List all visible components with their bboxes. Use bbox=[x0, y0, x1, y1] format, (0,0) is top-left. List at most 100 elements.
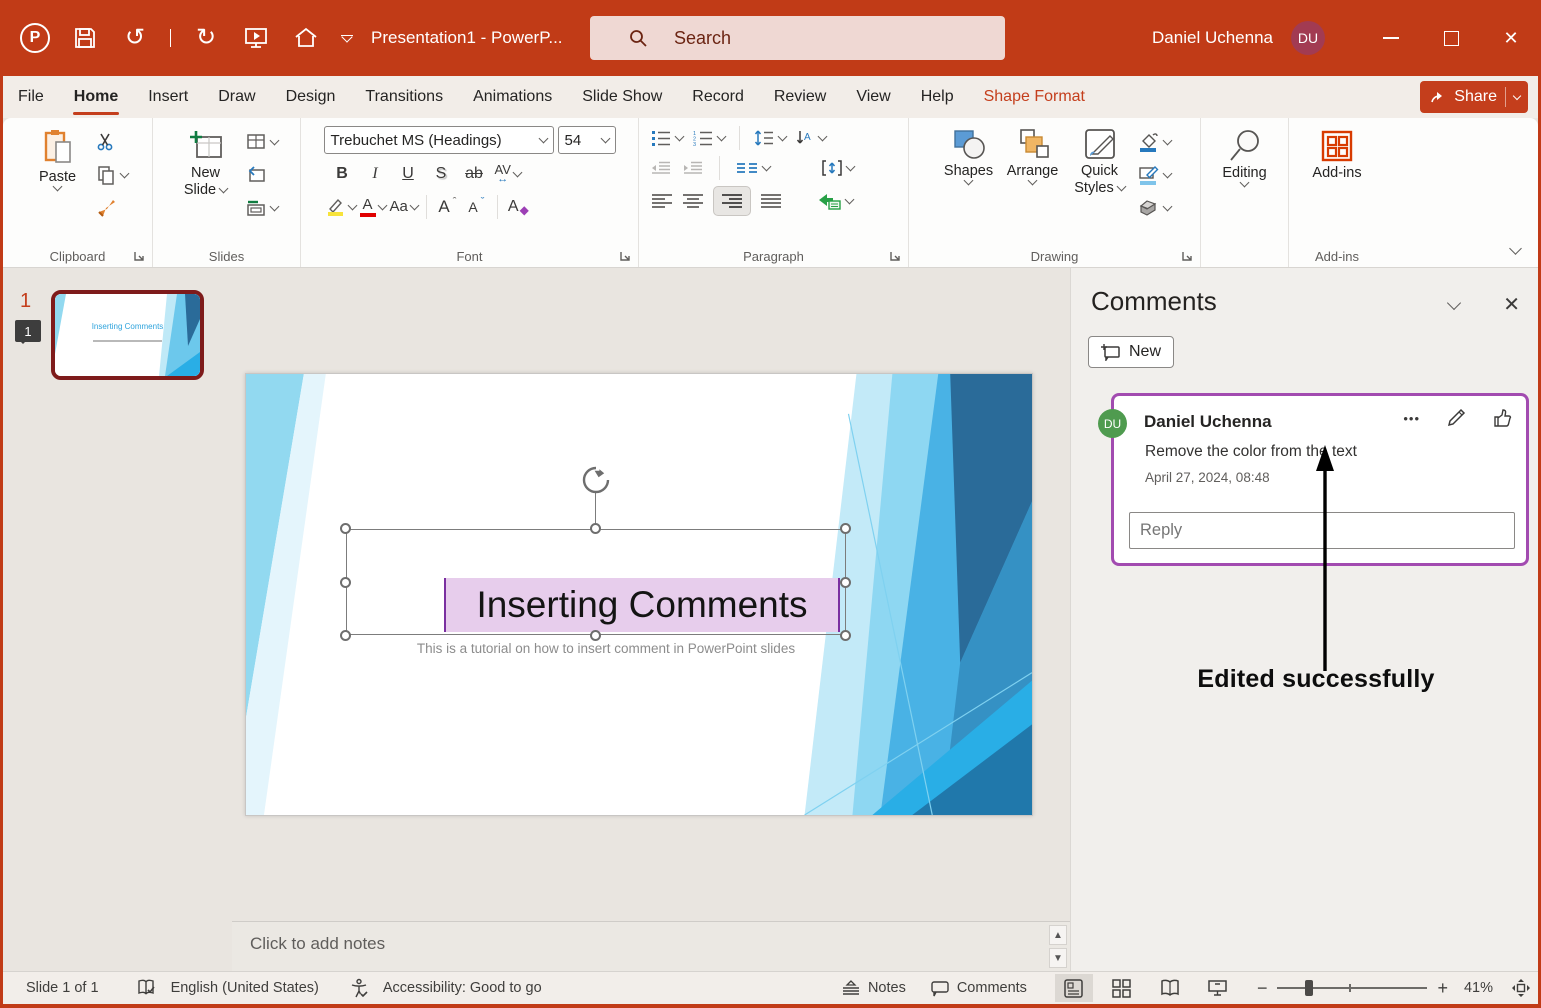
spell-check-icon[interactable] bbox=[137, 979, 157, 997]
customize-toolbar-icon[interactable] bbox=[341, 31, 353, 43]
paste-button[interactable]: Paste bbox=[28, 126, 88, 241]
justify-icon[interactable] bbox=[760, 193, 782, 209]
strikethrough-button[interactable]: ab bbox=[462, 160, 487, 187]
slide-canvas[interactable]: Inserting Comments This is a tutorial on… bbox=[245, 373, 1033, 816]
minimize-button[interactable] bbox=[1361, 0, 1421, 76]
user-avatar[interactable]: DU bbox=[1291, 21, 1325, 55]
comment-like-icon[interactable] bbox=[1492, 408, 1512, 428]
slideshow-view-button[interactable] bbox=[1199, 974, 1237, 1002]
font-size-combobox[interactable]: 54 bbox=[557, 126, 616, 154]
search-input[interactable]: Search bbox=[590, 16, 1005, 60]
decrease-font-size-button[interactable]: Aˇ bbox=[464, 193, 489, 220]
zoom-slider-thumb[interactable] bbox=[1305, 980, 1314, 996]
normal-view-button[interactable] bbox=[1054, 974, 1093, 1002]
home-icon[interactable] bbox=[291, 23, 321, 53]
bold-button[interactable]: B bbox=[330, 160, 355, 187]
tab-draw[interactable]: Draw bbox=[203, 76, 270, 118]
notes-toggle[interactable]: Notes bbox=[841, 980, 906, 996]
new-slide-button[interactable]: New Slide bbox=[176, 126, 236, 241]
zoom-level[interactable]: 41% bbox=[1464, 980, 1493, 996]
tab-transitions[interactable]: Transitions bbox=[350, 76, 458, 118]
powerpoint-logo-icon[interactable]: P bbox=[20, 23, 50, 53]
resize-handle-top-center[interactable] bbox=[590, 523, 601, 534]
quick-styles-button[interactable]: Quick Styles bbox=[1067, 126, 1133, 241]
scroll-up-icon[interactable]: ▲ bbox=[1049, 925, 1067, 945]
reset-button[interactable] bbox=[246, 163, 278, 187]
tab-record[interactable]: Record bbox=[677, 76, 759, 118]
clear-formatting-button[interactable]: A ◆ bbox=[506, 193, 531, 220]
font-color-button[interactable]: A bbox=[359, 193, 387, 220]
zoom-out-icon[interactable]: − bbox=[1257, 978, 1268, 999]
underline-button[interactable]: U bbox=[396, 160, 421, 187]
section-button[interactable] bbox=[246, 196, 279, 220]
rotate-handle-icon[interactable] bbox=[580, 464, 612, 496]
cut-button[interactable] bbox=[96, 130, 128, 154]
character-spacing-button[interactable]: AV ↔ bbox=[495, 160, 523, 187]
text-highlight-button[interactable] bbox=[326, 193, 357, 220]
zoom-in-icon[interactable]: + bbox=[1437, 978, 1448, 999]
fit-to-window-icon[interactable] bbox=[1511, 978, 1531, 998]
slide-sorter-view-button[interactable] bbox=[1103, 974, 1141, 1002]
shapes-button[interactable]: Shapes bbox=[939, 126, 999, 241]
align-center-icon[interactable] bbox=[682, 193, 704, 209]
resize-handle-bottom-left[interactable] bbox=[340, 630, 351, 641]
slide-indicator[interactable]: Slide 1 of 1 bbox=[26, 980, 99, 996]
scroll-down-icon[interactable]: ▼ bbox=[1049, 948, 1067, 968]
shape-outline-button[interactable] bbox=[1137, 163, 1172, 187]
drawing-dialog-launcher-icon[interactable] bbox=[1181, 250, 1193, 262]
line-spacing-button[interactable] bbox=[754, 126, 788, 150]
tab-animations[interactable]: Animations bbox=[458, 76, 567, 118]
undo-dropdown-icon[interactable] bbox=[170, 29, 171, 47]
resize-handle-bottom-right[interactable] bbox=[840, 630, 851, 641]
redo-icon[interactable]: ↻ bbox=[191, 23, 221, 53]
paragraph-dialog-launcher-icon[interactable] bbox=[889, 250, 901, 262]
tab-view[interactable]: View bbox=[841, 76, 905, 118]
notes-scrollbar[interactable]: ▲ ▼ bbox=[1048, 925, 1068, 968]
zoom-slider[interactable] bbox=[1277, 980, 1428, 996]
align-text-button[interactable] bbox=[822, 156, 856, 180]
maximize-button[interactable] bbox=[1421, 0, 1481, 76]
comment-count-badge[interactable]: 1 bbox=[15, 320, 41, 344]
new-comment-button[interactable]: New bbox=[1088, 336, 1175, 368]
decrease-indent-icon[interactable] bbox=[651, 161, 671, 175]
arrange-button[interactable]: Arrange bbox=[1003, 126, 1063, 241]
font-dialog-launcher-icon[interactable] bbox=[619, 250, 631, 262]
increase-indent-icon[interactable] bbox=[683, 161, 703, 175]
tab-review[interactable]: Review bbox=[759, 76, 841, 118]
align-left-icon[interactable] bbox=[651, 193, 673, 209]
resize-handle-top-left[interactable] bbox=[340, 523, 351, 534]
tab-design[interactable]: Design bbox=[271, 76, 351, 118]
copy-button[interactable] bbox=[96, 163, 129, 187]
layout-button[interactable] bbox=[246, 130, 279, 154]
comments-toggle[interactable]: Comments bbox=[930, 980, 1027, 997]
save-icon[interactable] bbox=[70, 23, 100, 53]
slide-title[interactable]: Inserting Comments bbox=[444, 578, 840, 632]
clipboard-dialog-launcher-icon[interactable] bbox=[133, 250, 145, 262]
italic-button[interactable]: I bbox=[363, 160, 388, 187]
increase-font-size-button[interactable]: Aˆ bbox=[435, 193, 460, 220]
close-panel-icon[interactable]: ✕ bbox=[1503, 292, 1520, 317]
numbering-button[interactable]: 123 bbox=[693, 126, 727, 150]
start-slideshow-icon[interactable] bbox=[241, 23, 271, 53]
shape-effects-button[interactable] bbox=[1137, 196, 1172, 220]
resize-handle-middle-right[interactable] bbox=[840, 577, 851, 588]
align-right-button[interactable] bbox=[713, 186, 751, 216]
close-button[interactable]: ✕ bbox=[1481, 0, 1541, 76]
comment-more-options-icon[interactable]: ••• bbox=[1403, 411, 1420, 426]
share-button[interactable]: Share bbox=[1420, 81, 1528, 113]
text-direction-button[interactable]: A bbox=[796, 126, 828, 150]
tab-shape-format[interactable]: Shape Format bbox=[969, 76, 1100, 118]
shape-fill-button[interactable] bbox=[1137, 130, 1172, 154]
collapse-ribbon-icon[interactable] bbox=[1509, 242, 1522, 255]
reading-view-button[interactable] bbox=[1151, 974, 1189, 1002]
accessibility-status[interactable]: Accessibility: Good to go bbox=[383, 980, 542, 996]
language-indicator[interactable]: English (United States) bbox=[171, 980, 319, 996]
tab-home[interactable]: Home bbox=[59, 76, 133, 118]
resize-handle-bottom-center[interactable] bbox=[590, 630, 601, 641]
font-name-combobox[interactable]: Trebuchet MS (Headings) bbox=[323, 126, 554, 154]
format-painter-button[interactable] bbox=[96, 196, 128, 220]
resize-handle-top-right[interactable] bbox=[840, 523, 851, 534]
columns-button[interactable] bbox=[736, 156, 772, 180]
change-case-button[interactable]: Aa bbox=[390, 193, 420, 220]
smartart-button[interactable] bbox=[817, 189, 855, 213]
